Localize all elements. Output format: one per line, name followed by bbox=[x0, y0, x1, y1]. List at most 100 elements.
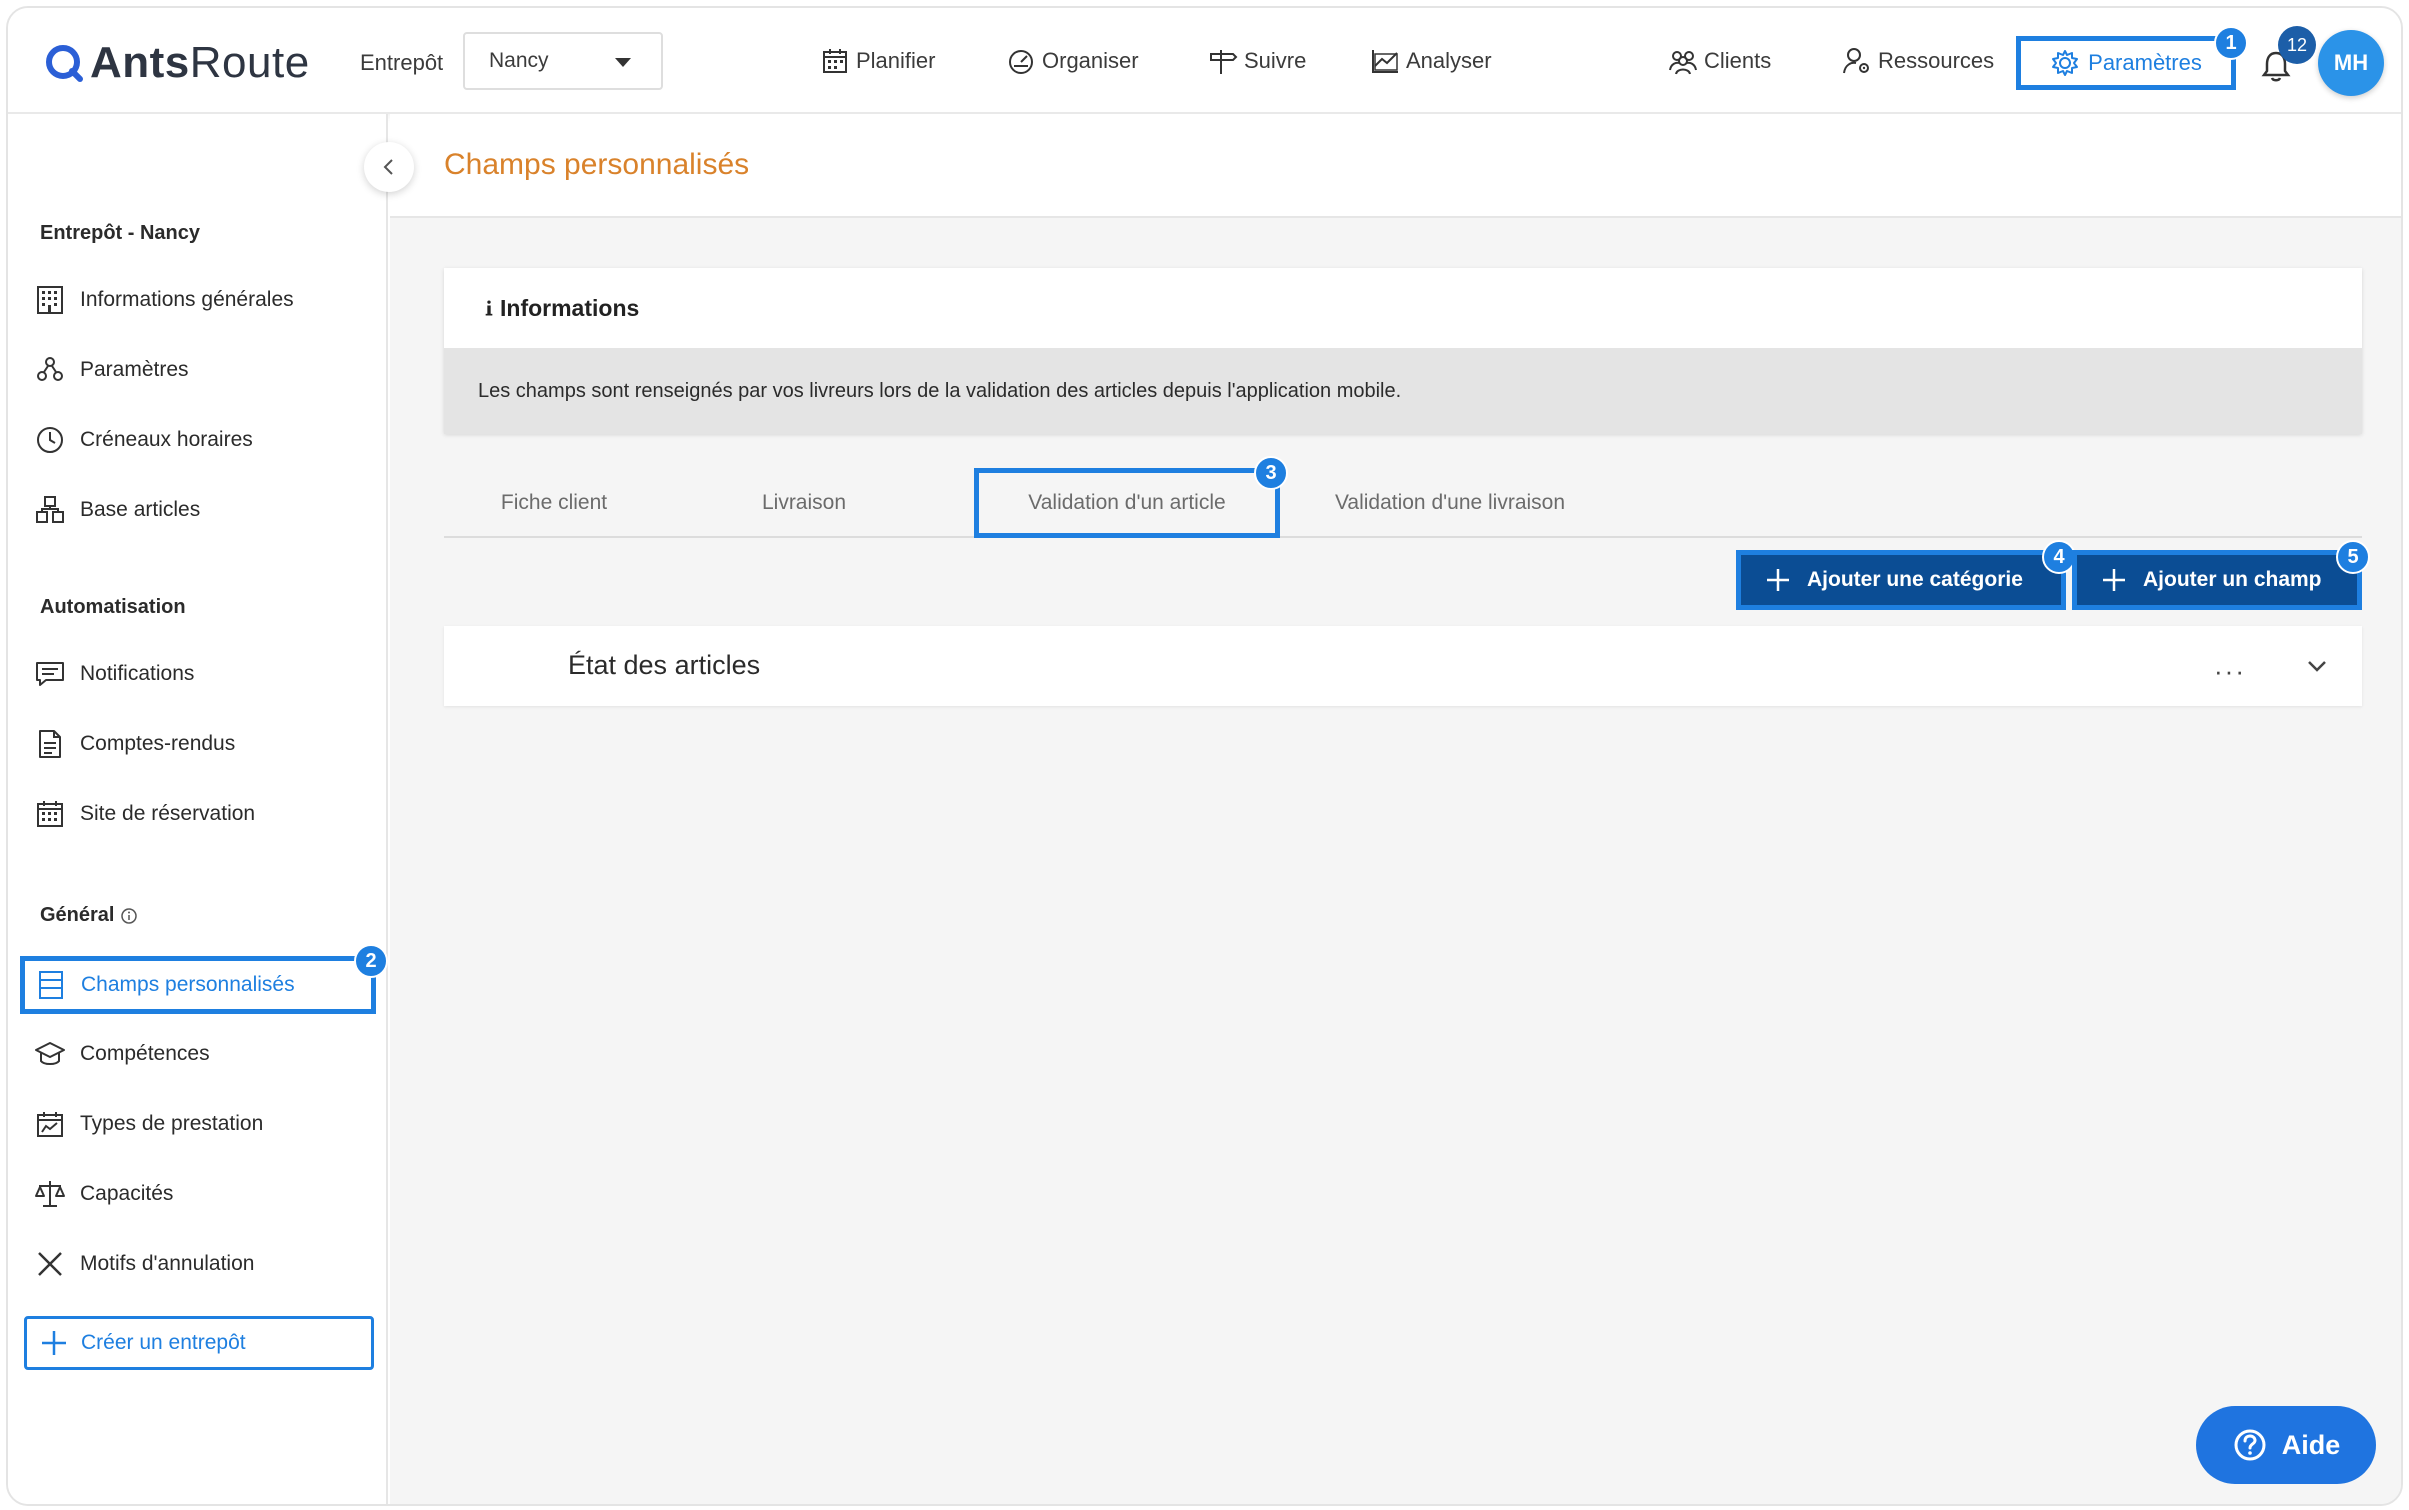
message-icon bbox=[36, 662, 64, 686]
nav-label: Planifier bbox=[856, 48, 936, 73]
gear-icon bbox=[2052, 50, 2079, 76]
tab-validation-livraison[interactable]: Validation d'une livraison bbox=[1300, 468, 1600, 538]
add-category-button[interactable]: Ajouter une catégorie bbox=[1736, 550, 2066, 610]
chevron-down-icon[interactable] bbox=[2306, 658, 2328, 674]
step-badge-5: 5 bbox=[2336, 540, 2370, 574]
chevron-left-icon bbox=[383, 159, 393, 175]
sidebar-item-label: Compétences bbox=[80, 1042, 210, 1065]
logo[interactable]: AntsRoute bbox=[44, 38, 310, 88]
nav-suivre[interactable]: Suivre bbox=[1208, 46, 1306, 76]
nav-clients[interactable]: Clients bbox=[1668, 46, 1771, 76]
warehouse-select[interactable]: Nancy bbox=[463, 32, 663, 90]
sidebar: Entrepôt - Nancy Informations générales … bbox=[8, 114, 388, 1504]
sidebar-item-label: Créneaux horaires bbox=[80, 428, 253, 451]
sidebar-item-label: Motifs d'annulation bbox=[80, 1252, 255, 1275]
avatar[interactable]: MH bbox=[2318, 30, 2384, 96]
params-label: Paramètres bbox=[2088, 50, 2202, 75]
sidebar-item-label: Paramètres bbox=[80, 358, 189, 381]
warehouse-label: Entrepôt bbox=[360, 50, 444, 75]
help-label: Aide bbox=[2281, 1429, 2341, 1460]
sidebar-section-automation: Automatisation bbox=[40, 596, 186, 618]
main-content: Champs personnalisés Informations Les ch… bbox=[390, 114, 2401, 1504]
info-header: Informations bbox=[444, 268, 2362, 348]
more-options-icon[interactable]: ··· bbox=[2214, 656, 2246, 687]
caret-down-icon bbox=[615, 58, 631, 67]
nav-analyser[interactable]: Analyser bbox=[1370, 46, 1492, 76]
tabs-bar: Fiche client Livraison Validation d'un a… bbox=[444, 468, 2362, 538]
category-name: État des articles bbox=[568, 650, 761, 680]
fields-icon bbox=[39, 971, 63, 999]
nav-label: Organiser bbox=[1042, 48, 1139, 73]
sidebar-item-label: Site de réservation bbox=[80, 802, 256, 825]
step-badge-2: 2 bbox=[354, 944, 388, 978]
info-title: Informations bbox=[500, 294, 640, 321]
page-header: Champs personnalisés bbox=[390, 114, 2401, 218]
page-title: Champs personnalisés bbox=[444, 148, 750, 181]
calendar-grid-icon bbox=[37, 801, 63, 827]
warehouse-selected-value: Nancy bbox=[489, 49, 549, 72]
sidebar-item-notifications[interactable]: Notifications bbox=[34, 652, 194, 696]
add-category-label: Ajouter une catégorie bbox=[1807, 568, 2023, 591]
nodes-icon bbox=[37, 357, 63, 381]
sidebar-item-site-de-reservation[interactable]: Site de réservation bbox=[34, 792, 255, 836]
sidebar-item-base-articles[interactable]: Base articles bbox=[34, 488, 200, 532]
sidebar-item-label: Capacités bbox=[80, 1182, 174, 1205]
nav-organiser[interactable]: Organiser bbox=[1006, 46, 1139, 76]
plus-icon bbox=[2103, 569, 2125, 591]
info-icon bbox=[485, 300, 493, 316]
create-warehouse-label: Créer un entrepôt bbox=[81, 1331, 246, 1354]
users-icon bbox=[1669, 51, 1697, 75]
sidebar-item-label: Notifications bbox=[80, 662, 195, 685]
nav-planifier[interactable]: Planifier bbox=[820, 46, 935, 76]
logo-icon bbox=[46, 45, 83, 82]
help-button[interactable]: Aide bbox=[2196, 1406, 2376, 1484]
app-window: AntsRoute Entrepôt Nancy Planifier Organ… bbox=[6, 6, 2403, 1506]
sidebar-item-comptes-rendus[interactable]: Comptes-rendus bbox=[34, 722, 235, 766]
nav-label: Suivre bbox=[1244, 48, 1307, 73]
sidebar-item-parametres[interactable]: Paramètres bbox=[34, 348, 189, 392]
logo-text: AntsRoute bbox=[90, 38, 310, 87]
sidebar-item-label: Base articles bbox=[80, 498, 201, 521]
tab-livraison[interactable]: Livraison bbox=[734, 468, 874, 538]
sidebar-item-capacites[interactable]: Capacités bbox=[34, 1172, 173, 1216]
tab-fiche-client[interactable]: Fiche client bbox=[464, 468, 644, 538]
sidebar-item-label: Comptes-rendus bbox=[80, 732, 236, 755]
nav-ressources[interactable]: Ressources bbox=[1842, 46, 1994, 76]
clock-icon bbox=[37, 427, 63, 453]
nav-label: Clients bbox=[1704, 48, 1772, 73]
sidebar-section-general-label: Général bbox=[40, 904, 115, 926]
signpost-icon bbox=[1210, 50, 1238, 74]
step-badge-1: 1 bbox=[2214, 26, 2248, 60]
sidebar-item-informations-generales[interactable]: Informations générales bbox=[34, 278, 294, 322]
sidebar-item-champs-personnalises[interactable]: Champs personnalisés bbox=[20, 956, 376, 1014]
info-circle-icon[interactable] bbox=[120, 907, 138, 925]
top-header: AntsRoute Entrepôt Nancy Planifier Organ… bbox=[8, 8, 2401, 114]
tab-validation-article[interactable]: Validation d'un article bbox=[974, 468, 1280, 538]
sidebar-item-competences[interactable]: Compétences bbox=[34, 1032, 210, 1076]
sidebar-item-creneaux-horaires[interactable]: Créneaux horaires bbox=[34, 418, 253, 462]
add-field-label: Ajouter un champ bbox=[2143, 568, 2322, 591]
plus-icon bbox=[1767, 569, 1789, 591]
sidebar-section-warehouse: Entrepôt - Nancy bbox=[40, 222, 201, 244]
sidebar-item-label: Informations générales bbox=[80, 288, 294, 311]
sidebar-item-types-de-prestation[interactable]: Types de prestation bbox=[34, 1102, 263, 1146]
info-card: Informations Les champs sont renseignés … bbox=[444, 268, 2362, 434]
boxes-icon bbox=[36, 496, 64, 523]
nav-label: Ressources bbox=[1878, 48, 1995, 73]
add-field-button[interactable]: Ajouter un champ bbox=[2072, 550, 2362, 610]
service-icon bbox=[37, 1112, 63, 1137]
nav-parametres-button[interactable]: Paramètres bbox=[2016, 36, 2236, 90]
sidebar-item-motifs-d-annulation[interactable]: Motifs d'annulation bbox=[34, 1242, 254, 1286]
building-icon bbox=[37, 286, 63, 314]
user-gear-icon bbox=[1843, 48, 1869, 74]
info-text: Les champs sont renseignés par vos livre… bbox=[444, 348, 2362, 434]
sidebar-section-general: Général bbox=[40, 904, 138, 927]
nav-label: Analyser bbox=[1406, 48, 1492, 73]
collapse-sidebar-button[interactable] bbox=[364, 142, 414, 192]
sidebar-item-label: Champs personnalisés bbox=[81, 973, 295, 996]
notification-count-badge: 12 bbox=[2278, 26, 2316, 64]
step-badge-4: 4 bbox=[2042, 540, 2076, 574]
create-warehouse-button[interactable]: Créer un entrepôt bbox=[24, 1316, 374, 1370]
category-row[interactable]: État des articles ··· bbox=[444, 626, 2362, 706]
graduation-icon bbox=[35, 1042, 65, 1065]
